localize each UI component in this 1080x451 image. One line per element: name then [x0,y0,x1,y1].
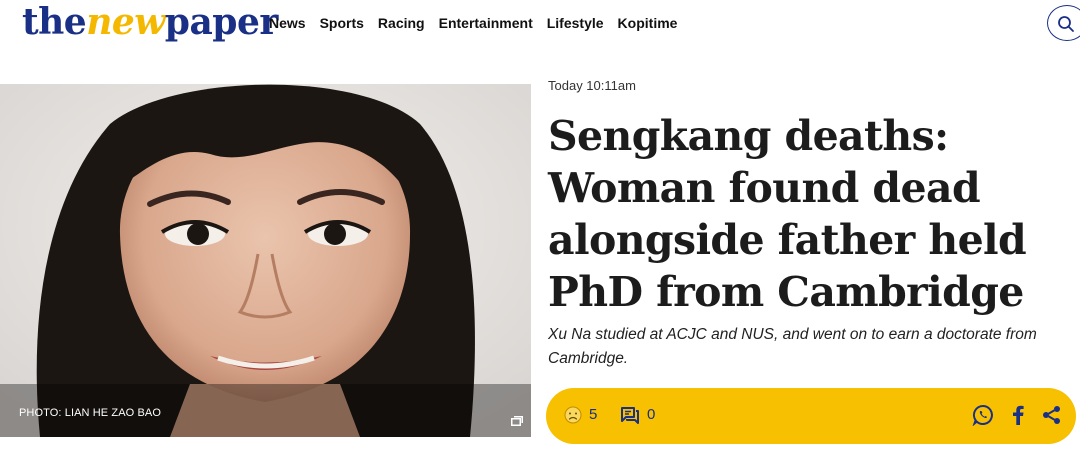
sad-face-icon [564,406,582,424]
article-timestamp: Today 10:11am [548,78,636,93]
portrait-image [0,84,531,437]
site-logo[interactable]: thenewpaper [22,0,278,44]
whatsapp-share-button[interactable] [972,404,994,426]
nav-item-sports[interactable]: Sports [320,14,364,32]
reaction-button[interactable]: 5 [564,405,597,425]
search-icon [1058,16,1074,32]
search-button[interactable] [1047,5,1080,41]
expand-icon[interactable] [511,416,523,426]
nav-item-entertainment[interactable]: Entertainment [439,14,533,32]
nav-item-news[interactable]: News [269,14,306,32]
share-icon [1043,406,1060,424]
main-nav: News Sports Racing Entertainment Lifesty… [269,14,677,32]
share-button[interactable] [1042,405,1062,425]
facebook-icon [1013,405,1024,425]
whatsapp-icon [972,404,993,426]
nav-item-racing[interactable]: Racing [378,14,425,32]
article-photo[interactable]: PHOTO: LIAN HE ZAO BAO [0,84,531,437]
photo-credit: PHOTO: LIAN HE ZAO BAO [19,407,161,419]
comment-icon [621,407,639,424]
facebook-share-button[interactable] [1012,405,1024,425]
logo-paper: paper [164,1,279,43]
comment-count: 0 [647,406,656,423]
share-icons [972,404,1062,426]
site-header: thenewpaper News Sports Racing Entertain… [0,0,1080,48]
nav-item-lifestyle[interactable]: Lifestyle [547,14,604,32]
article-headline[interactable]: Sengkang deaths: Woman found dead alongs… [548,110,1068,318]
reaction-count: 5 [589,406,598,423]
logo-new: new [86,1,165,43]
comment-button[interactable]: 0 [620,405,655,425]
nav-item-kopitime[interactable]: Kopitime [618,14,678,32]
article-action-bar: 5 0 [546,388,1076,444]
logo-the: the [22,1,87,43]
article-standfirst: Xu Na studied at ACJC and NUS, and went … [548,326,1037,367]
